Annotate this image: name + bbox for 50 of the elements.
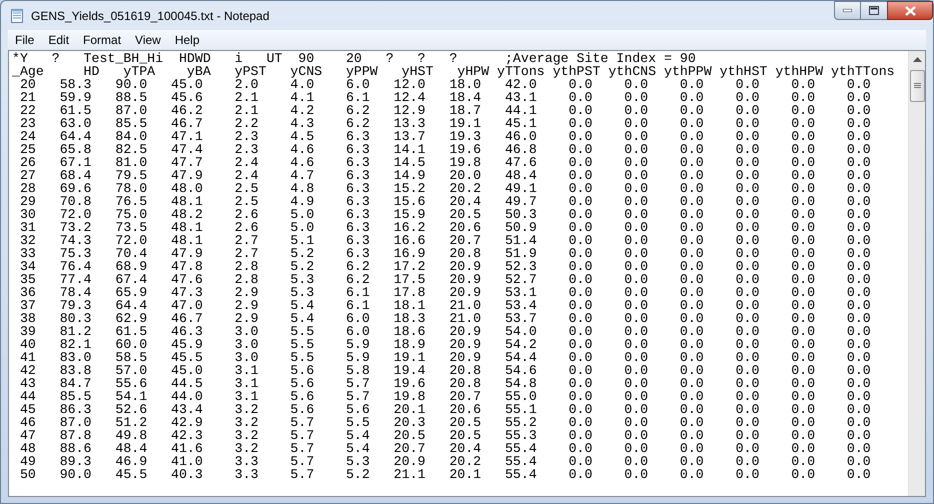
- minimize-button[interactable]: [834, 1, 861, 20]
- notepad-icon: [9, 8, 25, 24]
- menu-item[interactable]: Format: [76, 32, 128, 48]
- text-line: 29 70.8 76.5 48.1 2.5 4.9 6.3 15.6 20.4 49.7 0.0 0.0 0.0 0.0 0.0 0.0: [18, 195, 871, 208]
- text-line: 50 90.0 45.5 40.3 3.3 5.7 5.2 21.1 20.1 55.4 0.0 0.0 0.0 0.0 0.0 0.0: [18, 468, 871, 481]
- text-line: 41 83.0 58.5 45.5 3.0 5.5 5.9 19.1 20.9 54.4 0.0 0.0 0.0 0.0 0.0 0.0: [18, 351, 871, 364]
- scroll-thumb[interactable]: [910, 70, 924, 102]
- close-icon: [904, 6, 916, 16]
- text-line: _Age HD yTPA yBA yPST yCNS yPPW yHST yHPW yTTons ythPST ythCNS ythPPW ythHST ythHPW ythTTons: [12, 65, 895, 78]
- grip-icon: [914, 83, 920, 89]
- text-line: 22 61.5 87.0 46.2 2.1 4.2 6.2 12.9 18.7 44.1 0.0 0.0 0.0 0.0 0.0 0.0: [18, 104, 871, 117]
- text-line: 39 81.2 61.5 46.3 3.0 5.5 6.0 18.6 20.9 54.0 0.0 0.0 0.0 0.0 0.0 0.0: [18, 325, 871, 338]
- text-line: 43 84.7 55.6 44.5 3.1 5.6 5.7 19.6 20.8 54.8 0.0 0.0 0.0 0.0 0.0 0.0: [18, 377, 871, 390]
- scroll-up-icon[interactable]: [912, 57, 922, 62]
- text-line: 47 87.8 49.8 42.3 3.2 5.7 5.4 20.5 20.5 55.3 0.0 0.0 0.0 0.0 0.0 0.0: [18, 429, 871, 442]
- text-line: 26 67.1 81.0 47.7 2.4 4.6 6.3 14.5 19.8 47.6 0.0 0.0 0.0 0.0 0.0 0.0: [18, 156, 871, 169]
- text-line: 25 65.8 82.5 47.4 2.3 4.6 6.3 14.1 19.6 46.8 0.0 0.0 0.0 0.0 0.0 0.0: [18, 143, 871, 156]
- text-line: 34 76.4 68.9 47.8 2.8 5.2 6.2 17.2 20.9 52.3 0.0 0.0 0.0 0.0 0.0 0.0: [18, 260, 871, 273]
- text-line: 27 68.4 79.5 47.9 2.4 4.7 6.3 14.9 20.0 48.4 0.0 0.0 0.0 0.0 0.0 0.0: [18, 169, 871, 182]
- text-line: 21 59.9 88.5 45.6 2.1 4.1 6.1 12.4 18.4 43.1 0.0 0.0 0.0 0.0 0.0 0.0: [18, 91, 871, 104]
- text-line: 28 69.6 78.0 48.0 2.5 4.8 6.3 15.2 20.2 49.1 0.0 0.0 0.0 0.0 0.0 0.0: [18, 182, 871, 195]
- text-line: 23 63.0 85.5 46.7 2.2 4.3 6.2 13.3 19.1 45.1 0.0 0.0 0.0 0.0 0.0 0.0: [18, 117, 871, 130]
- text-line: 44 85.5 54.1 44.0 3.1 5.6 5.7 19.8 20.7 55.0 0.0 0.0 0.0 0.0 0.0 0.0: [18, 390, 871, 403]
- close-button[interactable]: [887, 1, 933, 20]
- maximize-icon: [869, 6, 879, 15]
- text-line: 42 83.8 57.0 45.0 3.1 5.6 5.8 19.4 20.8 54.6 0.0 0.0 0.0 0.0 0.0 0.0: [18, 364, 871, 377]
- minimize-icon: [843, 9, 852, 12]
- menu-item[interactable]: Help: [168, 32, 207, 48]
- maximize-button[interactable]: [861, 1, 887, 20]
- scrollbar[interactable]: [908, 51, 925, 496]
- text-line: 46 87.0 51.2 42.9 3.2 5.7 5.5 20.3 20.5 55.2 0.0 0.0 0.0 0.0 0.0 0.0: [18, 416, 871, 429]
- text-line: 37 79.3 64.4 47.0 2.9 5.4 6.1 18.1 21.0 53.4 0.0 0.0 0.0 0.0 0.0 0.0: [18, 299, 871, 312]
- text-line: 33 75.3 70.4 47.9 2.7 5.2 6.3 16.9 20.8 51.9 0.0 0.0 0.0 0.0 0.0 0.0: [18, 247, 871, 260]
- text-line: *Y ? Test_BH_Hi HDWD i UT 90 20 ? ? ? ;Average Site Index = 90: [12, 52, 696, 65]
- text-line: 30 72.0 75.0 48.2 2.6 5.0 6.3 15.9 20.5 50.3 0.0 0.0 0.0 0.0 0.0 0.0: [18, 208, 871, 221]
- text-line: 35 77.4 67.4 47.6 2.8 5.3 6.2 17.5 20.9 52.7 0.0 0.0 0.0 0.0 0.0 0.0: [18, 273, 871, 286]
- window-title: GENS_Yields_051619_100045.txt - Notepad: [31, 8, 270, 24]
- text-line: 40 82.1 60.0 45.9 3.0 5.5 5.9 18.9 20.9 54.2 0.0 0.0 0.0 0.0 0.0 0.0: [18, 338, 871, 351]
- text-line: 24 64.4 84.0 47.1 2.3 4.5 6.3 13.7 19.3 46.0 0.0 0.0 0.0 0.0 0.0 0.0: [18, 130, 871, 143]
- text-line: 49 89.3 46.9 41.0 3.3 5.7 5.3 20.9 20.2 55.4 0.0 0.0 0.0 0.0 0.0 0.0: [18, 455, 871, 468]
- text-line: 48 88.6 48.4 41.6 3.2 5.7 5.4 20.7 20.4 55.4 0.0 0.0 0.0 0.0 0.0 0.0: [18, 442, 871, 455]
- text-line: 45 86.3 52.6 43.4 3.2 5.6 5.6 20.1 20.6 55.1 0.0 0.0 0.0 0.0 0.0 0.0: [18, 403, 871, 416]
- text-line: 31 73.2 73.5 48.1 2.6 5.0 6.3 16.2 20.6 50.9 0.0 0.0 0.0 0.0 0.0 0.0: [18, 221, 871, 234]
- text-line: 38 80.3 62.9 46.7 2.9 5.4 6.0 18.3 21.0 53.7 0.0 0.0 0.0 0.0 0.0 0.0: [18, 312, 871, 325]
- menu-item[interactable]: Edit: [41, 32, 76, 48]
- text-line: 36 78.4 65.9 47.3 2.9 5.3 6.1 17.8 20.9 53.1 0.0 0.0 0.0 0.0 0.0 0.0: [18, 286, 871, 299]
- menu-item[interactable]: File: [8, 32, 42, 48]
- menu-item[interactable]: View: [128, 32, 168, 48]
- text-line: 32 74.3 72.0 48.1 2.7 5.1 6.3 16.6 20.7 51.4 0.0 0.0 0.0 0.0 0.0 0.0: [18, 234, 871, 247]
- text-line: 20 58.3 90.0 45.0 2.0 4.0 6.0 12.0 18.0 42.0 0.0 0.0 0.0 0.0 0.0 0.0: [20, 78, 871, 91]
